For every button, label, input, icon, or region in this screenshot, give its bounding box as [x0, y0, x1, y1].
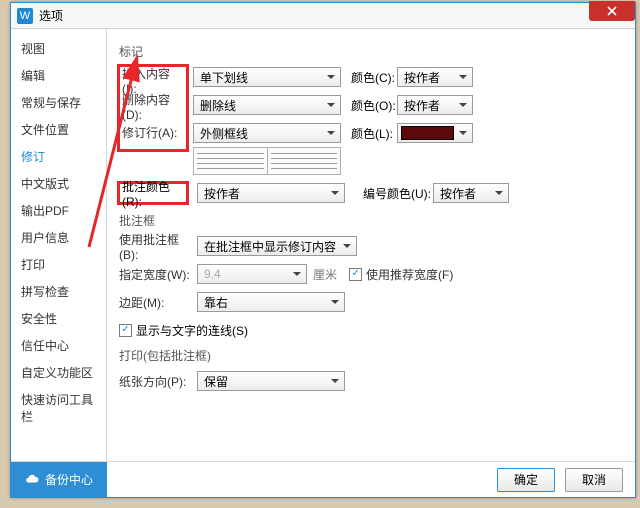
close-button[interactable] [589, 1, 635, 21]
delete-combo[interactable]: 删除线 [193, 95, 341, 115]
color-o-label: 颜色(O): [351, 97, 397, 114]
sidebar-item-12[interactable]: 自定义功能区 [11, 359, 106, 386]
highlight-box-comment: 批注颜色(R): [117, 181, 189, 205]
margin-combo[interactable]: 靠右 [197, 292, 345, 312]
dialog-footer: 确定 取消 [11, 461, 635, 497]
sidebar-item-7[interactable]: 用户信息 [11, 224, 106, 251]
sidebar-item-6[interactable]: 输出PDF [11, 197, 106, 224]
sidebar-item-2[interactable]: 常规与保存 [11, 89, 106, 116]
revrow-label: 修订行(A): [122, 124, 184, 141]
color-o-combo[interactable]: 按作者 [397, 95, 473, 115]
width-unit: 厘米 [313, 266, 337, 283]
recommend-checkbox[interactable]: ✓ 使用推荐宽度(F) [349, 266, 453, 283]
revision-preview [193, 147, 341, 175]
sidebar-item-13[interactable]: 快速访问工具栏 [11, 386, 106, 430]
sidebar-item-4[interactable]: 修订 [11, 143, 106, 170]
main-panel: 标记 插入内容(I): 删除内容(D): 修订行(A): 单下划线 颜色(C):… [107, 29, 635, 461]
insert-combo[interactable]: 单下划线 [193, 67, 341, 87]
paper-label: 纸张方向(P): [119, 373, 197, 390]
section-marks: 标记 [119, 43, 623, 60]
color-l-label: 颜色(L): [351, 125, 397, 142]
window-title: 选项 [39, 7, 63, 24]
sidebar: 视图编辑常规与保存文件位置修订中文版式输出PDF用户信息打印拼写检查安全性信任中… [11, 29, 107, 461]
number-color-combo[interactable]: 按作者 [433, 183, 509, 203]
ok-button[interactable]: 确定 [497, 468, 555, 492]
sidebar-item-5[interactable]: 中文版式 [11, 170, 106, 197]
connector-checkbox[interactable]: ✓ 显示与文字的连线(S) [119, 322, 248, 339]
sidebar-item-11[interactable]: 信任中心 [11, 332, 106, 359]
section-balloon: 批注框 [119, 212, 623, 229]
check-icon: ✓ [119, 324, 132, 337]
color-swatch [401, 126, 454, 140]
sidebar-item-9[interactable]: 拼写检查 [11, 278, 106, 305]
sidebar-item-1[interactable]: 编辑 [11, 62, 106, 89]
use-balloon-label: 使用批注框(B): [119, 231, 197, 262]
width-spinner: 9.4 [197, 264, 307, 284]
titlebar: W 选项 [11, 3, 635, 29]
sidebar-item-3[interactable]: 文件位置 [11, 116, 106, 143]
sidebar-item-0[interactable]: 视图 [11, 35, 106, 62]
color-l-combo[interactable] [397, 123, 473, 143]
app-icon: W [17, 8, 33, 24]
options-dialog: W 选项 视图编辑常规与保存文件位置修订中文版式输出PDF用户信息打印拼写检查安… [10, 2, 636, 498]
section-print: 打印(包括批注框) [119, 347, 623, 364]
delete-label: 删除内容(D): [122, 91, 184, 122]
cancel-button[interactable]: 取消 [565, 468, 623, 492]
number-color-label: 编号颜色(U): [363, 185, 433, 202]
sidebar-item-8[interactable]: 打印 [11, 251, 106, 278]
check-icon: ✓ [349, 268, 362, 281]
width-label: 指定宽度(W): [119, 266, 197, 283]
sidebar-item-10[interactable]: 安全性 [11, 305, 106, 332]
revrow-combo[interactable]: 外侧框线 [193, 123, 341, 143]
comment-color-combo[interactable]: 按作者 [197, 183, 345, 203]
color-c-combo[interactable]: 按作者 [397, 67, 473, 87]
color-c-label: 颜色(C): [351, 69, 397, 86]
highlight-box-labels: 插入内容(I): 删除内容(D): 修订行(A): [117, 64, 189, 152]
paper-combo[interactable]: 保留 [197, 371, 345, 391]
comment-color-label: 批注颜色(R): [122, 178, 184, 209]
margin-label: 边距(M): [119, 294, 197, 311]
use-balloon-combo[interactable]: 在批注框中显示修订内容 [197, 236, 357, 256]
